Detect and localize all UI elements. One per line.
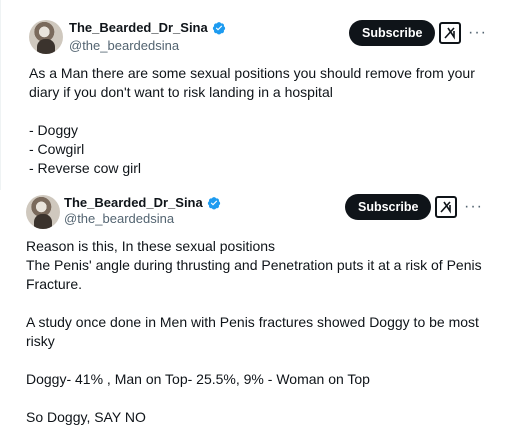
author-name-row: The_Bearded_Dr_Sina [64, 195, 221, 210]
author-handle[interactable]: @the_beardedsina [69, 38, 179, 53]
post-text: Reason is this, In these sexual position… [26, 238, 482, 425]
grok-icon[interactable] [435, 196, 457, 218]
post-text: As a Man there are some sexual positions… [29, 65, 475, 176]
more-options-icon[interactable]: ··· [468, 25, 487, 41]
author-handle[interactable]: @the_beardedsina [64, 211, 174, 226]
subscribe-button[interactable]: Subscribe [345, 194, 432, 220]
author-avatar[interactable] [26, 195, 60, 229]
author-name[interactable]: The_Bearded_Dr_Sina [69, 20, 208, 35]
subscribe-button[interactable]: Subscribe [349, 20, 436, 46]
more-options-icon[interactable]: ··· [464, 199, 483, 215]
post-2: The_Bearded_Dr_Sina @the_beardedsina Sub… [0, 190, 505, 444]
verified-badge-icon [212, 21, 225, 34]
author-name[interactable]: The_Bearded_Dr_Sina [64, 195, 203, 210]
grok-icon[interactable] [439, 22, 461, 44]
author-avatar[interactable] [29, 20, 63, 54]
post-1: The_Bearded_Dr_Sina @the_beardedsina Sub… [0, 0, 505, 190]
verified-badge-icon [207, 196, 220, 209]
author-name-row: The_Bearded_Dr_Sina [69, 20, 226, 35]
